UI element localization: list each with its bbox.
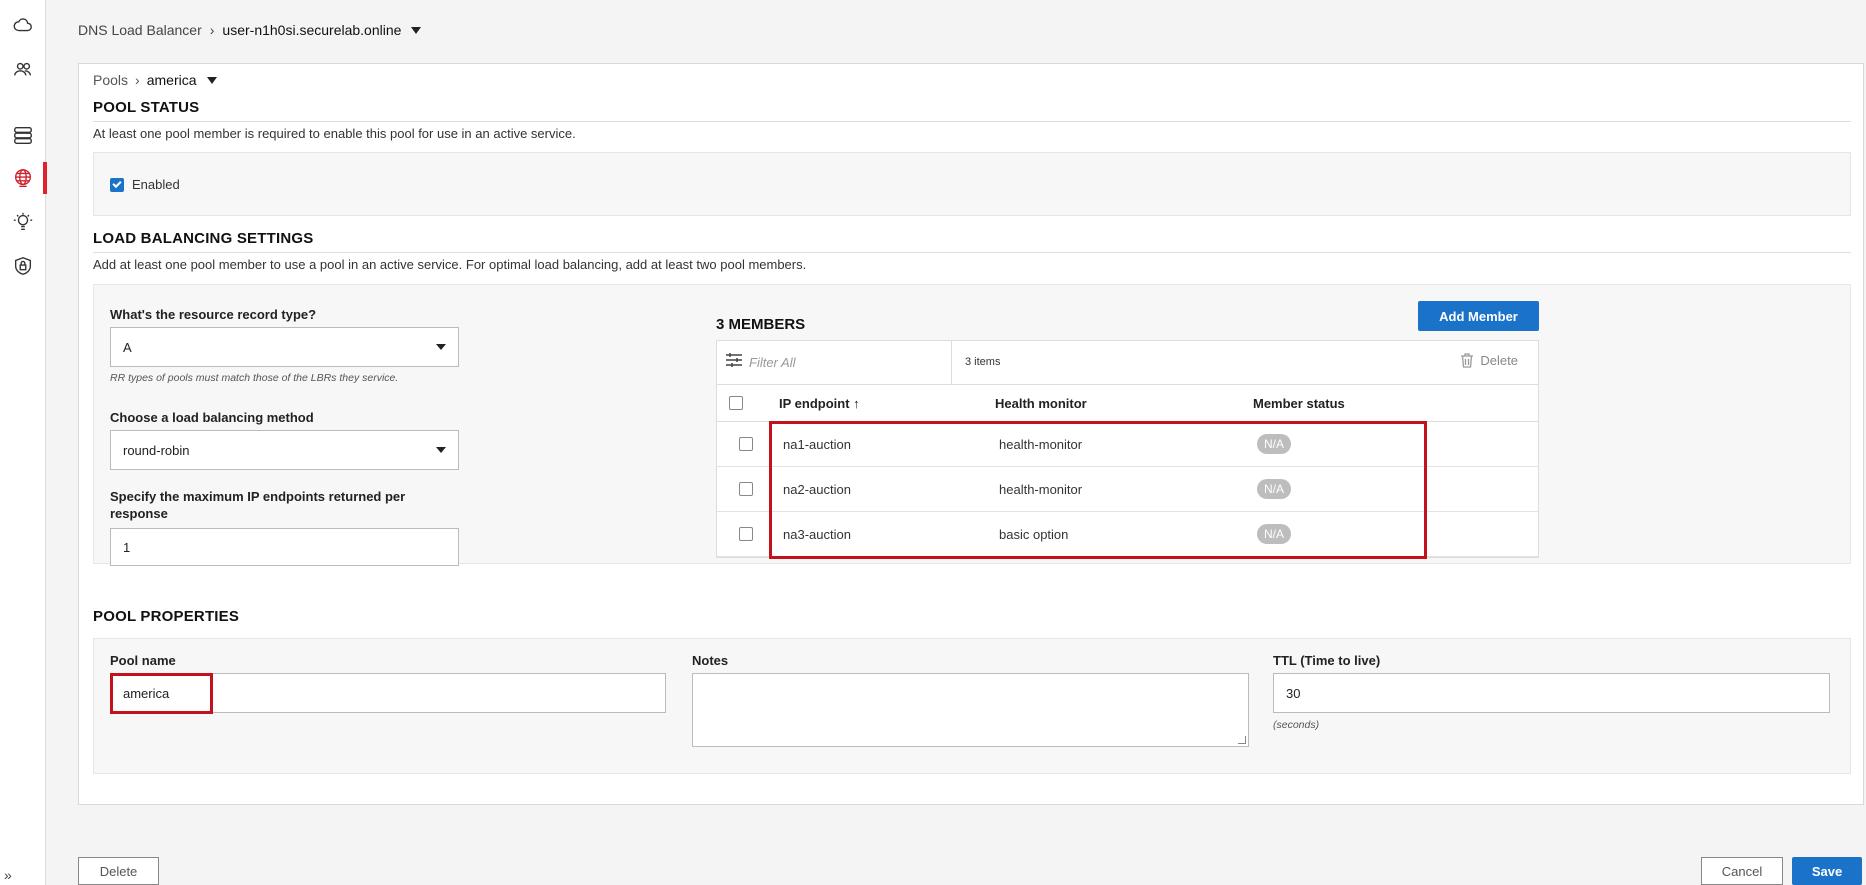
breadcrumb-current: user-n1h0si.securelab.online bbox=[222, 22, 402, 38]
users-icon bbox=[14, 62, 32, 76]
table-row[interactable]: na2-auction health-monitor N/A bbox=[717, 467, 1538, 512]
cancel-button[interactable]: Cancel bbox=[1701, 857, 1783, 885]
save-button[interactable]: Save bbox=[1792, 857, 1862, 885]
max-ip-label: Specify the maximum IP endpoints returne… bbox=[110, 489, 406, 521]
divider bbox=[93, 121, 1851, 122]
ip-endpoint: na2-auction bbox=[783, 481, 851, 497]
table-header: IP endpoint ↑ Health monitor Member stat… bbox=[717, 385, 1538, 422]
lightbulb-gear-icon bbox=[13, 212, 33, 231]
enabled-label: Enabled bbox=[132, 177, 180, 192]
pool-name-label: Pool name bbox=[110, 653, 176, 668]
column-ip-endpoint[interactable]: IP endpoint ↑ bbox=[779, 385, 860, 421]
divider bbox=[951, 341, 952, 385]
pool-status-title: POOL STATUS bbox=[93, 99, 200, 116]
server-icon bbox=[14, 126, 32, 144]
chevron-right-icon: › bbox=[135, 72, 140, 88]
divider bbox=[93, 252, 1851, 253]
status-badge: N/A bbox=[1257, 524, 1292, 544]
sidebar-item-users[interactable] bbox=[0, 49, 46, 89]
sidebar-item-cloud[interactable] bbox=[0, 5, 46, 45]
column-member-status[interactable]: Member status bbox=[1253, 385, 1345, 421]
row-checkbox[interactable] bbox=[739, 527, 753, 541]
member-status-cell: N/A bbox=[1257, 422, 1292, 466]
rr-type-select[interactable]: A bbox=[110, 327, 459, 367]
globe-icon bbox=[14, 169, 32, 187]
notes-label: Notes bbox=[692, 653, 729, 668]
sidebar-item-insights[interactable] bbox=[0, 202, 46, 242]
enabled-checkbox[interactable] bbox=[110, 177, 124, 192]
ttl-label: TTL (Time to live) bbox=[1273, 653, 1381, 668]
delete-pool-button[interactable]: Delete bbox=[78, 857, 159, 885]
cloud-icon bbox=[13, 18, 32, 32]
ip-endpoint: na3-auction bbox=[783, 526, 851, 542]
chevron-down-icon bbox=[436, 447, 446, 453]
status-badge: N/A bbox=[1257, 479, 1292, 499]
breadcrumb-root[interactable]: DNS Load Balancer bbox=[78, 22, 202, 38]
status-badge: N/A bbox=[1257, 434, 1292, 454]
pool-status-description: At least one pool member is required to … bbox=[93, 126, 576, 141]
pool-panel: Pools › america POOL STATUS At least one… bbox=[78, 63, 1864, 805]
resize-handle-icon[interactable] bbox=[1238, 736, 1246, 744]
members-title: 3 MEMBERS bbox=[716, 316, 806, 333]
sidebar-item-servers[interactable] bbox=[0, 115, 46, 155]
pool-status-box: Enabled bbox=[93, 152, 1851, 216]
breadcrumb-pool-current: america bbox=[146, 72, 197, 88]
breadcrumb: DNS Load Balancer › user-n1h0si.securela… bbox=[78, 22, 422, 38]
caret-down-icon[interactable] bbox=[206, 76, 217, 84]
chevron-right-icon: › bbox=[209, 22, 215, 38]
filter-sliders-icon[interactable] bbox=[725, 351, 743, 369]
sidebar-item-security[interactable] bbox=[0, 246, 46, 286]
delete-members-button[interactable]: Delete bbox=[1460, 353, 1518, 368]
caret-down-icon[interactable] bbox=[411, 26, 422, 34]
table-row[interactable]: na1-auction health-monitor N/A bbox=[717, 422, 1538, 467]
rr-type-value: A bbox=[123, 339, 132, 355]
enabled-checkbox-label[interactable]: Enabled bbox=[110, 177, 180, 192]
breadcrumb-pools[interactable]: Pools bbox=[93, 72, 128, 88]
chevron-down-icon bbox=[436, 344, 446, 350]
pool-breadcrumb: Pools › america bbox=[93, 72, 217, 88]
shield-lock-icon bbox=[14, 257, 32, 275]
ip-endpoint: na1-auction bbox=[783, 436, 851, 452]
pool-name-input[interactable]: america bbox=[110, 673, 666, 713]
max-ip-input[interactable]: 1 bbox=[110, 528, 459, 566]
chevron-double-right-icon[interactable]: » bbox=[4, 867, 34, 885]
row-checkbox-cell bbox=[739, 467, 753, 511]
member-status-cell: N/A bbox=[1257, 467, 1292, 511]
ttl-helper: (seconds) bbox=[1273, 719, 1320, 731]
lb-method-label: Choose a load balancing method bbox=[110, 410, 314, 425]
filter-input[interactable]: Filter All bbox=[749, 355, 795, 370]
sidebar-item-dns[interactable] bbox=[0, 158, 47, 198]
pool-properties-title: POOL PROPERTIES bbox=[93, 608, 240, 625]
health-monitor: health-monitor bbox=[999, 481, 1083, 497]
table-toolbar: Filter All 3 items Delete bbox=[717, 341, 1538, 385]
select-all-cell bbox=[729, 385, 743, 421]
trash-icon bbox=[1461, 353, 1474, 368]
health-monitor: basic option bbox=[999, 526, 1069, 542]
lb-settings-box: What's the resource record type? A RR ty… bbox=[93, 284, 1851, 566]
ttl-input[interactable]: 30 bbox=[1273, 673, 1830, 713]
delete-label: Delete bbox=[1480, 353, 1518, 368]
lb-settings-description: Add at least one pool member to use a po… bbox=[93, 257, 807, 272]
column-health-monitor[interactable]: Health monitor bbox=[995, 385, 1087, 421]
notes-textarea[interactable] bbox=[692, 673, 1249, 747]
lb-method-select[interactable]: round-robin bbox=[110, 430, 459, 470]
rr-type-label: What's the resource record type? bbox=[110, 307, 317, 322]
members-table: Filter All 3 items Delete IP endpoint ↑ … bbox=[716, 340, 1539, 558]
member-status-cell: N/A bbox=[1257, 512, 1292, 556]
add-member-button[interactable]: Add Member bbox=[1418, 301, 1539, 331]
row-checkbox-cell bbox=[739, 422, 753, 466]
row-checkbox[interactable] bbox=[739, 437, 753, 451]
health-monitor: health-monitor bbox=[999, 436, 1083, 452]
select-all-checkbox[interactable] bbox=[729, 396, 743, 410]
lb-method-value: round-robin bbox=[123, 442, 190, 458]
lb-settings-title: LOAD BALANCING SETTINGS bbox=[93, 230, 314, 247]
table-row[interactable]: na3-auction basic option N/A bbox=[717, 512, 1538, 557]
pool-properties-box: Pool name america Notes TTL (Time to liv… bbox=[93, 638, 1851, 774]
item-count: 3 items bbox=[965, 356, 1001, 368]
sidebar: » bbox=[0, 0, 47, 885]
rr-type-helper: RR types of pools must match those of th… bbox=[110, 372, 399, 384]
row-checkbox[interactable] bbox=[739, 482, 753, 496]
row-checkbox-cell bbox=[739, 512, 753, 556]
